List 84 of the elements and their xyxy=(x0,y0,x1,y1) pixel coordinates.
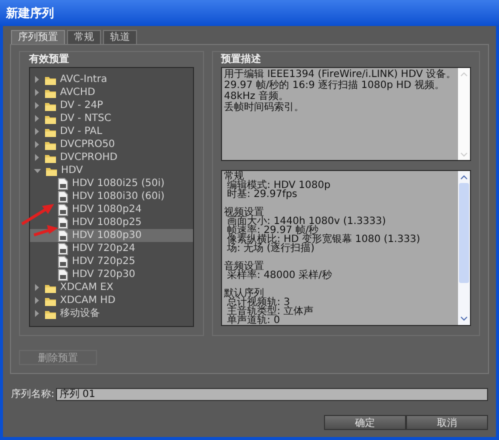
detail-text: 总计视频轨: 3 xyxy=(227,298,290,307)
detail-text: 帧速率: 29.97 帧/秒 xyxy=(226,226,319,235)
detail-text: 采样率: 48000 采样/秒 xyxy=(227,271,333,280)
tree-item[interactable]: DV - NTSC xyxy=(30,112,194,125)
document-icon xyxy=(58,242,68,254)
tree-label: HDV 1080p30 xyxy=(72,229,142,243)
detail-text: 编辑模式: HDV 1080p xyxy=(227,181,332,190)
document-icon xyxy=(58,190,68,202)
tree-item[interactable]: HDV xyxy=(30,164,194,177)
folder-icon xyxy=(45,140,56,150)
tree-item[interactable]: XDCAM HD xyxy=(30,294,194,307)
folder-icon xyxy=(45,114,56,124)
tree-item[interactable]: XDCAM EX xyxy=(30,281,194,294)
field-label: 序列名称: xyxy=(11,388,54,402)
tree-item[interactable]: HDV 1080p24 xyxy=(30,203,194,216)
folder-icon xyxy=(45,126,56,136)
folder-icon xyxy=(45,308,56,318)
folder-icon xyxy=(45,74,56,84)
section-heading: 视频设置 xyxy=(224,208,264,217)
section-heading: 默认序列 xyxy=(224,289,264,298)
folder-icon xyxy=(45,296,56,306)
tree-label: AVCHD xyxy=(60,86,96,100)
tree-label: HDV 720p30 xyxy=(72,268,136,282)
detail-text: 画面大小: 1440h 1080v (1.3333) xyxy=(227,217,387,226)
tree-label: HDV xyxy=(61,164,83,178)
tree-label: DVCPRO50 xyxy=(60,138,115,152)
tree-label: DVCPROHD xyxy=(60,151,118,165)
folder-icon xyxy=(45,152,56,162)
tree-item[interactable]: HDV 1080p25 xyxy=(30,216,194,229)
detail-text: 像素纵横比: HD 变形宽银幕 1080 (1.333) xyxy=(226,235,422,244)
folder-icon xyxy=(45,100,56,110)
tree-label: HDV 1080p24 xyxy=(72,203,142,217)
group-heading: 有效预置 xyxy=(29,52,70,67)
tree-label: 移动设备 xyxy=(60,307,100,321)
folder-icon xyxy=(46,166,57,176)
tab[interactable]: 常规 xyxy=(67,30,101,44)
description-text: 用于编辑 IEEE1394 (FireWire/i.LINK) HDV 设备。 xyxy=(224,69,456,80)
dialog-button[interactable]: 取消 xyxy=(406,415,488,430)
tree-item[interactable]: HDV 1080i30 (60i) xyxy=(30,190,194,203)
tree-label: DV - NTSC xyxy=(60,112,112,126)
dialog-button[interactable]: 确定 xyxy=(324,415,406,430)
tree-item[interactable]: AVCHD xyxy=(30,86,194,99)
folder-icon xyxy=(45,88,56,98)
tree-item[interactable]: DVCPRO50 xyxy=(30,138,194,151)
tab[interactable]: 轨道 xyxy=(103,30,137,44)
document-icon xyxy=(58,230,68,242)
tree-label: HDV 720p24 xyxy=(72,242,136,256)
tree-label: DV - PAL xyxy=(60,125,102,139)
document-icon xyxy=(58,216,68,228)
detail-text: 时基: 29.97fps xyxy=(226,190,298,199)
description-text: 48kHz 音频。 xyxy=(224,91,290,102)
tree-item[interactable]: AVC-Intra xyxy=(30,73,194,86)
document-icon xyxy=(58,204,68,216)
group-heading: 预置描述 xyxy=(221,52,262,67)
detail-text: 主音轨类型: 立体声 xyxy=(226,307,315,316)
tree-label: HDV 720p25 xyxy=(72,255,136,269)
tree-label: DV - 24P xyxy=(60,99,104,113)
description-text: 29.97 帧/秒的 16:9 逐行扫描 1080p HD 视频。 xyxy=(224,80,446,91)
tree-label: HDV 1080i30 (60i) xyxy=(72,190,164,204)
folder-icon xyxy=(45,282,56,292)
tree-item[interactable]: DV - PAL xyxy=(30,125,194,138)
detail-text: 场: 无场 (逐行扫描) xyxy=(226,244,315,253)
tree-item[interactable]: HDV 1080i25 (50i) xyxy=(30,177,194,190)
tree-label: AVC-Intra xyxy=(60,73,108,87)
document-icon xyxy=(58,178,68,190)
window-title: 新建序列 xyxy=(6,5,54,22)
document-icon xyxy=(58,268,68,280)
section-heading: 常规 xyxy=(224,172,244,181)
tree-label: XDCAM EX xyxy=(60,281,114,295)
tree-item[interactable]: 移动设备 xyxy=(30,307,194,320)
detail-text: 单声道轨: 0 xyxy=(226,316,281,325)
tree-label: XDCAM HD xyxy=(60,294,116,308)
tree-item[interactable]: HDV 720p30 xyxy=(30,268,194,281)
tree-item[interactable]: HDV 720p25 xyxy=(30,255,194,268)
tree-item[interactable]: HDV 1080p30 xyxy=(30,229,194,242)
tree-item[interactable]: DV - 24P xyxy=(30,99,194,112)
tree-label: HDV 1080i25 (50i) xyxy=(72,177,164,191)
tree-item[interactable]: DVCPROHD xyxy=(30,151,194,164)
tree-item[interactable]: HDV 720p24 xyxy=(30,242,194,255)
document-icon xyxy=(58,256,68,268)
tab[interactable]: 序列预置 xyxy=(11,30,65,44)
tree-label: HDV 1080p25 xyxy=(72,216,142,230)
section-heading: 音频设置 xyxy=(224,262,264,271)
description-text: 丢帧时间码索引。 xyxy=(224,102,306,113)
